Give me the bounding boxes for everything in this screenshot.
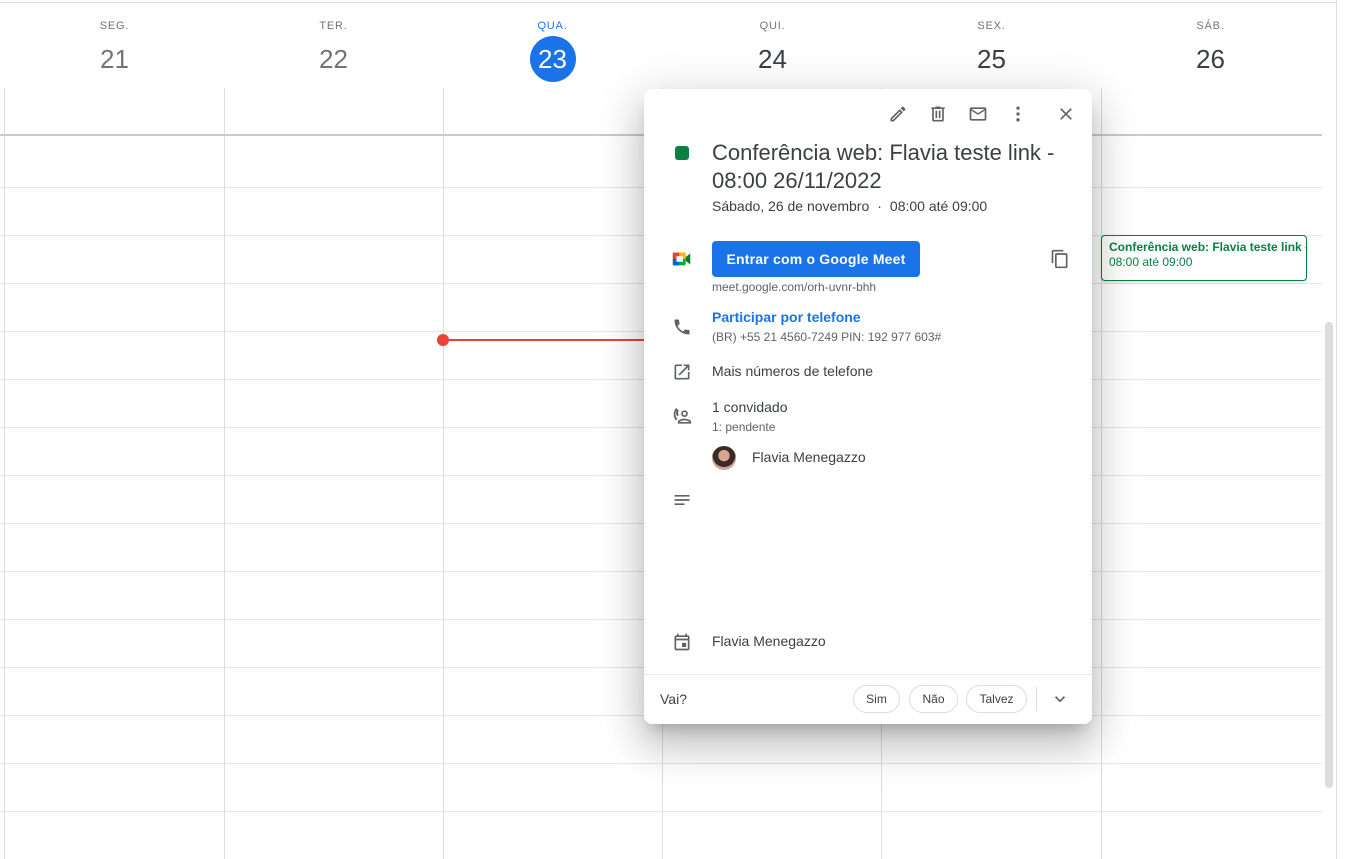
guests-count: 1 convidado — [712, 399, 788, 415]
day-number-today[interactable]: 23 — [529, 36, 576, 82]
rsvp-yes-button[interactable]: Sim — [853, 685, 900, 713]
day-of-week-label: TER. — [319, 20, 348, 32]
pencil-icon — [890, 106, 906, 122]
close-popup-button[interactable] — [1053, 101, 1079, 127]
day-header-mon[interactable]: SEG. 21 — [5, 0, 224, 88]
day-of-week-label: QUI. — [759, 20, 786, 32]
rsvp-no-button[interactable]: Não — [909, 685, 958, 713]
avatar[interactable] — [712, 446, 736, 470]
day-number[interactable]: 21 — [92, 36, 138, 82]
event-chip-title: Conferência web: Flavia teste link - 08:… — [1109, 240, 1306, 254]
day-header-fri[interactable]: SEX. 25 — [882, 0, 1101, 88]
grid-column-line — [4, 88, 5, 859]
day-number[interactable]: 26 — [1188, 36, 1234, 82]
day-header-wed-today[interactable]: QUA. 23 — [443, 0, 662, 88]
rsvp-maybe-button[interactable]: Talvez — [966, 685, 1027, 713]
footer-divider — [644, 674, 1092, 675]
grid-column-line — [1101, 88, 1102, 859]
mail-icon — [969, 107, 987, 121]
phone-icon — [670, 315, 694, 339]
rsvp-separator — [1036, 687, 1037, 711]
day-header-sat[interactable]: SÁB. 26 — [1101, 0, 1320, 88]
join-by-phone-link[interactable]: Participar por telefone — [712, 309, 861, 325]
delete-event-button[interactable] — [925, 101, 951, 127]
calendar-color-square — [675, 146, 689, 160]
more-phone-numbers-link[interactable]: Mais números de telefone — [712, 363, 873, 379]
date-separator: · — [877, 198, 882, 214]
calendar-week-view: SEG. 21 TER. 22 QUA. 23 QUI. 24 SEX. 25 … — [0, 0, 1346, 859]
day-number[interactable]: 22 — [311, 36, 357, 82]
rsvp-more-options-button[interactable] — [1048, 687, 1072, 711]
calendar-owner: Flavia Menegazzo — [712, 633, 826, 649]
phone-number-pin: (BR) +55 21 4560-7249 PIN: 192 977 603# — [712, 330, 942, 344]
edit-event-button[interactable] — [885, 101, 911, 127]
more-options-button[interactable] — [1005, 101, 1031, 127]
event-title: Conferência web: Flavia teste link - 08:… — [712, 140, 1055, 193]
hour-line — [0, 763, 1322, 764]
hour-line — [0, 811, 1322, 812]
day-of-week-label: SEX. — [977, 20, 1006, 32]
event-date-time: Sábado, 26 de novembro · 08:00 até 09:00 — [712, 198, 987, 214]
grid-right-border — [1336, 0, 1337, 859]
grid-column-line — [224, 88, 225, 859]
rsvp-question: Vai? — [660, 691, 687, 707]
day-number[interactable]: 24 — [750, 36, 796, 82]
day-header-tue[interactable]: TER. 22 — [224, 0, 443, 88]
people-icon — [670, 405, 694, 429]
trash-icon — [931, 106, 945, 122]
day-of-week-label: SÁB. — [1196, 20, 1225, 32]
day-of-week-label: QUA. — [537, 20, 568, 32]
description-icon — [670, 488, 694, 512]
open-in-new-icon — [670, 360, 694, 384]
current-time-dot — [437, 334, 449, 346]
event-chip-time: 08:00 até 09:00 — [1109, 255, 1193, 269]
join-google-meet-button[interactable]: Entrar com o Google Meet — [712, 241, 920, 277]
google-meet-icon — [670, 247, 694, 271]
event-chip-conference[interactable]: Conferência web: Flavia teste link - 08:… — [1101, 235, 1307, 281]
email-guests-button[interactable] — [965, 101, 991, 127]
grid-column-line — [443, 88, 444, 859]
event-date: Sábado, 26 de novembro — [712, 198, 870, 214]
event-details-popup: Conferência web: Flavia teste link - 08:… — [644, 89, 1092, 724]
event-time: 08:00 até 09:00 — [889, 198, 988, 214]
vertical-scrollbar[interactable] — [1325, 322, 1333, 788]
chevron-down-icon — [1055, 696, 1065, 703]
day-header-thu[interactable]: QUI. 24 — [663, 0, 882, 88]
guests-response-status: 1: pendente — [712, 420, 776, 434]
day-of-week-label: SEG. — [99, 20, 130, 32]
current-time-line — [443, 339, 663, 341]
copy-icon — [1051, 249, 1068, 269]
meet-link[interactable]: meet.google.com/orh-uvnr-bhh — [712, 280, 876, 294]
close-icon — [1060, 108, 1072, 120]
guest-name[interactable]: Flavia Menegazzo — [752, 449, 866, 465]
day-number[interactable]: 25 — [969, 36, 1015, 82]
copy-conference-info-button[interactable] — [1048, 247, 1072, 271]
more-vert-icon — [1016, 106, 1020, 122]
calendar-icon — [670, 630, 694, 654]
